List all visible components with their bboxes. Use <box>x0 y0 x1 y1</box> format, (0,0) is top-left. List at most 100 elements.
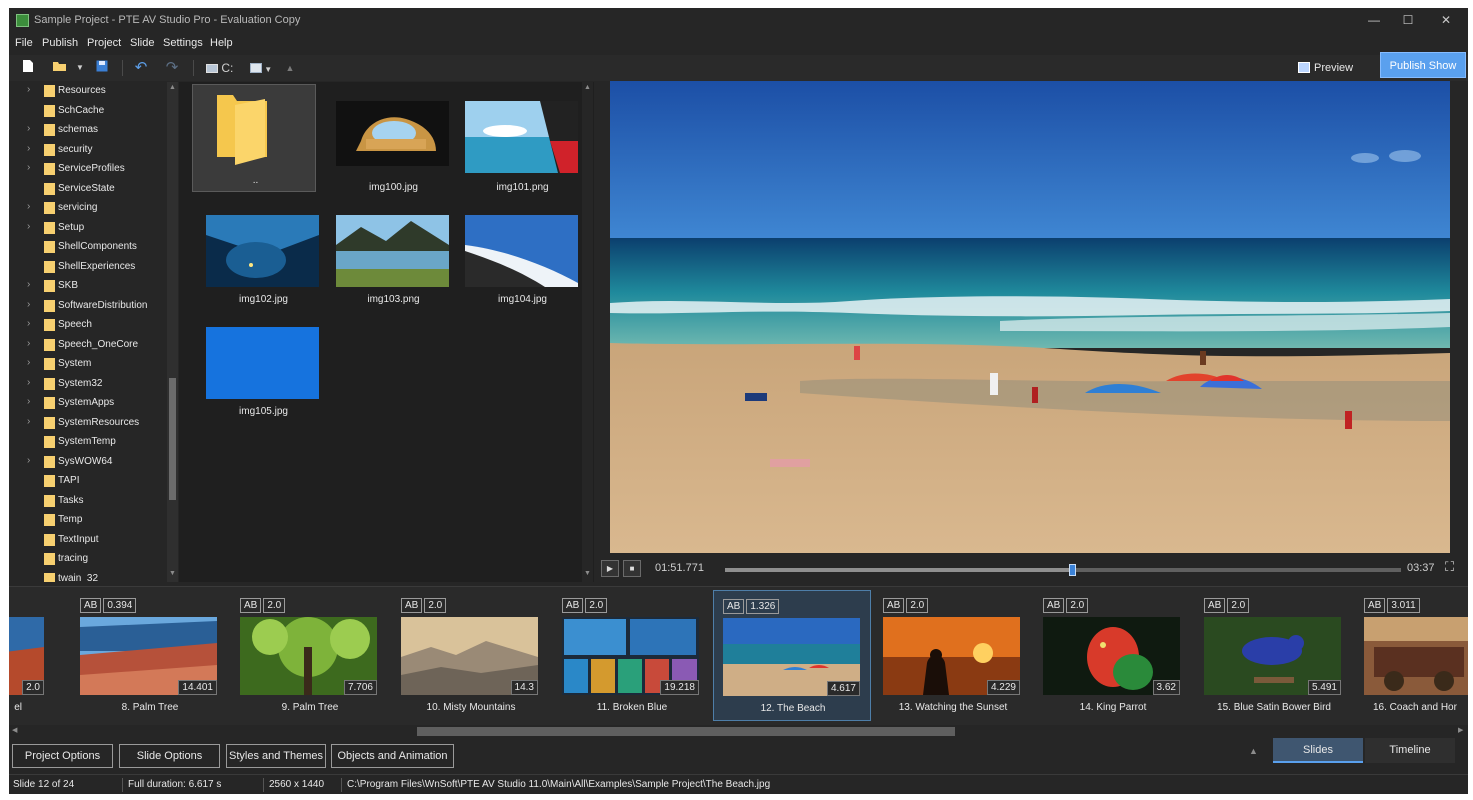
menu-publish[interactable]: Publish <box>42 37 78 49</box>
chevron-right-icon[interactable]: › <box>27 357 30 368</box>
slide-item[interactable]: AB 2.0 5.491 15. Blue Satin Bower Bird <box>1195 590 1353 721</box>
redo-icon[interactable]: ↷ <box>164 59 180 77</box>
tree-item[interactable]: › Speech <box>9 316 164 335</box>
tree-item[interactable]: › servicing <box>9 199 164 218</box>
chevron-right-icon[interactable]: › <box>27 84 30 95</box>
chevron-right-icon[interactable]: › <box>27 299 30 310</box>
scroll-up-icon[interactable]: ▲ <box>168 84 177 91</box>
chevron-right-icon[interactable]: › <box>27 201 30 212</box>
tree-item[interactable]: ShellExperiences <box>9 258 164 277</box>
slide-item[interactable]: AB 2.0 14.3 10. Misty Mountains <box>392 590 550 721</box>
menu-help[interactable]: Help <box>210 37 233 49</box>
tree-item[interactable]: › SKB <box>9 277 164 296</box>
file-tile-img104[interactable]: img104.jpg <box>458 204 582 312</box>
tree-item[interactable]: SchCache <box>9 102 164 121</box>
seek-handle[interactable] <box>1068 564 1076 576</box>
chevron-right-icon[interactable]: › <box>27 455 30 466</box>
tab-timeline[interactable]: Timeline <box>1365 738 1455 763</box>
tree-item[interactable]: ServiceState <box>9 180 164 199</box>
scroll-right-icon[interactable]: ▶ <box>1458 726 1463 734</box>
seek-bar[interactable] <box>725 564 1401 576</box>
tree-item[interactable]: TAPI <box>9 472 164 491</box>
tree-item[interactable]: Tasks <box>9 492 164 511</box>
tree-item[interactable]: › SoftwareDistribution <box>9 297 164 316</box>
files-scrollbar[interactable]: ▲ ▼ <box>582 82 593 582</box>
tab-slides[interactable]: Slides <box>1273 738 1363 763</box>
slide-item[interactable]: AB 3.011 16. Coach and Hor <box>1355 590 1468 721</box>
chevron-right-icon[interactable]: › <box>27 377 30 388</box>
chevron-right-icon[interactable]: › <box>27 416 30 427</box>
chevron-right-icon[interactable]: › <box>27 396 30 407</box>
slide-item[interactable]: AB 2.0 3.62 14. King Parrot <box>1034 590 1192 721</box>
tree-item[interactable]: › ServiceProfiles <box>9 160 164 179</box>
minimize-icon[interactable]: — <box>1364 12 1384 28</box>
tree-item[interactable]: › System32 <box>9 375 164 394</box>
tree-item[interactable]: › schemas <box>9 121 164 140</box>
open-folder-icon[interactable] <box>51 59 67 77</box>
chevron-right-icon[interactable]: › <box>27 162 30 173</box>
open-dropdown-icon[interactable]: ▼ <box>75 59 85 77</box>
preview-button[interactable]: Preview <box>1298 58 1366 78</box>
tree-item[interactable]: twain_32 <box>9 570 164 582</box>
undo-icon[interactable]: ↶ <box>133 59 149 77</box>
chevron-right-icon[interactable]: › <box>27 143 30 154</box>
file-tile-img100[interactable]: img100.jpg <box>329 92 453 200</box>
scroll-up-icon[interactable]: ▲ <box>285 59 295 77</box>
scroll-down-icon[interactable]: ▼ <box>168 570 177 577</box>
tree-item[interactable]: › Speech_OneCore <box>9 336 164 355</box>
objects-and-animation-button[interactable]: Objects and Animation <box>331 744 454 768</box>
slide-preview[interactable] <box>610 81 1450 553</box>
slide-list-scrollbar[interactable]: ◀ ▶ <box>9 725 1468 738</box>
fullscreen-icon[interactable]: ⛶ <box>1445 559 1454 575</box>
styles-and-themes-button[interactable]: Styles and Themes <box>226 744 326 768</box>
chevron-right-icon[interactable]: › <box>27 279 30 290</box>
drive-selector[interactable]: C: <box>206 59 236 77</box>
file-tile-img102[interactable]: img102.jpg <box>199 204 323 312</box>
slide-item[interactable]: AB 2.0 7.706 9. Palm Tree <box>231 590 389 721</box>
scroll-down-icon[interactable]: ▼ <box>583 570 592 577</box>
menu-settings[interactable]: Settings <box>163 37 203 49</box>
slide-item-selected[interactable]: AB 1.326 4.617 12. The Beach <box>713 590 871 721</box>
maximize-icon[interactable]: ☐ <box>1398 12 1418 28</box>
file-tile-img105[interactable]: img105.jpg <box>199 316 323 424</box>
tree-scrollbar[interactable]: ▲ ▼ <box>167 82 178 582</box>
tree-item[interactable]: tracing <box>9 550 164 569</box>
chevron-right-icon[interactable]: › <box>27 338 30 349</box>
stop-icon[interactable]: ■ <box>623 560 641 577</box>
scroll-up-icon[interactable]: ▲ <box>583 84 592 91</box>
tree-item[interactable]: › Resources <box>9 82 164 101</box>
chevron-right-icon[interactable]: › <box>27 221 30 232</box>
tree-scroll-thumb[interactable] <box>169 378 176 500</box>
tree-item[interactable]: TextInput <box>9 531 164 550</box>
file-tile-img103[interactable]: img103.png <box>329 204 453 312</box>
slide-item[interactable]: AB 2.0 4.229 13. Watching the Sunset <box>874 590 1032 721</box>
tree-item[interactable]: Temp <box>9 511 164 530</box>
publish-show-button[interactable]: Publish Show <box>1380 52 1466 78</box>
chevron-right-icon[interactable]: › <box>27 318 30 329</box>
play-icon[interactable]: ▶ <box>601 560 619 577</box>
view-mode-icon[interactable]: ▼ <box>250 59 274 77</box>
new-document-icon[interactable] <box>21 59 35 77</box>
slide-options-button[interactable]: Slide Options <box>119 744 220 768</box>
tree-item[interactable]: › SystemApps <box>9 394 164 413</box>
save-icon[interactable] <box>95 59 109 77</box>
menu-file[interactable]: File <box>15 37 33 49</box>
menu-project[interactable]: Project <box>87 37 121 49</box>
collapse-icon[interactable]: ▲ <box>1249 746 1258 756</box>
file-tile-img101[interactable]: img101.png <box>458 92 582 200</box>
project-options-button[interactable]: Project Options <box>12 744 113 768</box>
tree-item[interactable]: ShellComponents <box>9 238 164 257</box>
close-icon[interactable]: ✕ <box>1436 12 1456 28</box>
scroll-left-icon[interactable]: ◀ <box>12 726 17 734</box>
slide-item[interactable]: 2.0 el <box>9 590 56 721</box>
tree-item[interactable]: SystemTemp <box>9 433 164 452</box>
chevron-right-icon[interactable]: › <box>27 123 30 134</box>
tree-item[interactable]: › Setup <box>9 219 164 238</box>
file-tile-parent[interactable]: .. <box>192 84 316 192</box>
menu-slide[interactable]: Slide <box>130 37 154 49</box>
tree-item[interactable]: › SystemResources <box>9 414 164 433</box>
tree-item[interactable]: › SysWOW64 <box>9 453 164 472</box>
slide-item[interactable]: AB 2.0 19.218 11. Broken Blue <box>553 590 711 721</box>
slide-item[interactable]: AB 0.394 14.401 8. Palm Tree <box>71 590 229 721</box>
slide-list-scroll-thumb[interactable] <box>417 727 955 736</box>
